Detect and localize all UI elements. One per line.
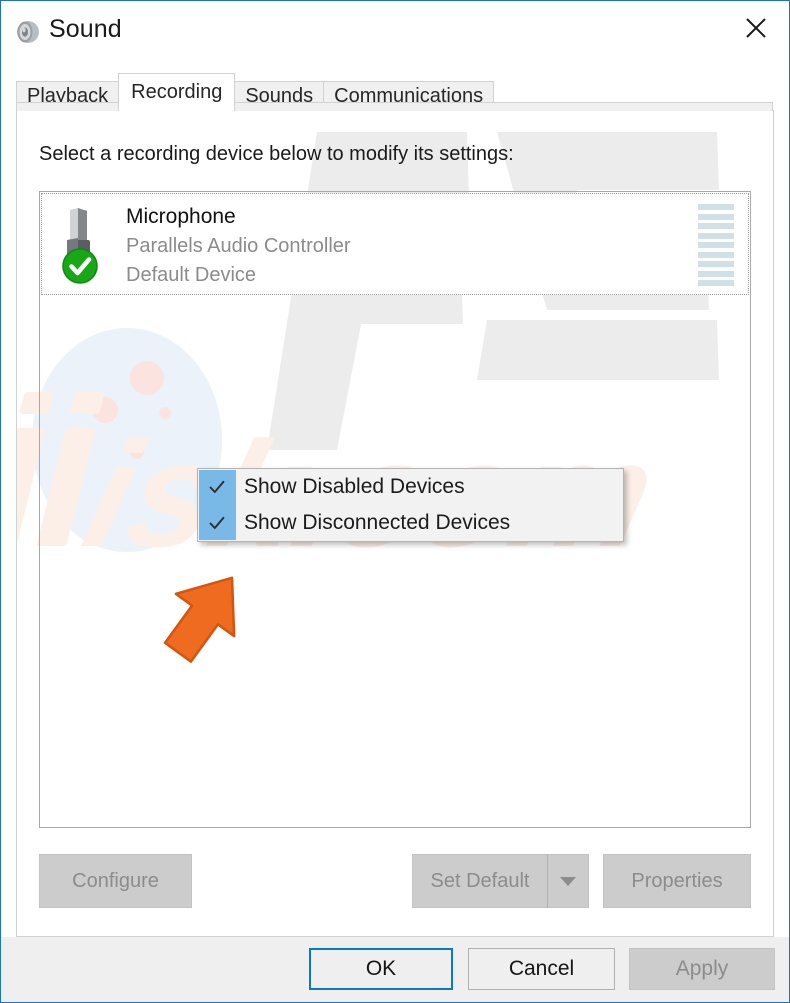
properties-button-label: Properties — [631, 869, 723, 892]
apply-button-label: Apply — [675, 957, 729, 980]
default-device-check-badge — [62, 248, 98, 284]
recording-tab-panel: isk.com Select a recording device below … — [16, 110, 774, 937]
meter-bar — [698, 232, 734, 239]
checkmark-icon — [198, 477, 236, 497]
device-text-block: Microphone Parallels Audio Controller De… — [126, 202, 351, 290]
meter-bar — [698, 280, 734, 286]
checkmark-icon — [198, 513, 236, 533]
meter-bar — [698, 223, 734, 229]
meter-bar — [698, 261, 734, 267]
ok-button-label: OK — [365, 957, 397, 980]
set-default-button[interactable]: Set Default — [412, 854, 547, 908]
tab-recording[interactable]: Recording — [118, 73, 236, 111]
list-item[interactable]: Microphone Parallels Audio Controller De… — [41, 193, 749, 295]
meter-bar — [698, 204, 734, 210]
menu-item-show-disabled-devices[interactable]: Show Disabled Devices — [198, 469, 623, 505]
meter-bar — [698, 251, 734, 258]
set-default-button-label: Set Default — [430, 869, 530, 892]
microphone-icon — [58, 206, 112, 284]
apply-button[interactable]: Apply — [629, 948, 775, 990]
instruction-text: Select a recording device below to modif… — [39, 143, 514, 165]
close-button[interactable] — [723, 1, 789, 55]
properties-button[interactable]: Properties — [603, 854, 751, 908]
context-menu[interactable]: Show Disabled Devices Show Disconnected … — [197, 468, 624, 542]
close-icon — [746, 18, 766, 38]
configure-button-label: Configure — [72, 869, 159, 892]
volume-level-meter — [698, 204, 734, 286]
cancel-button[interactable]: Cancel — [468, 948, 615, 990]
meter-bar — [698, 213, 734, 220]
cancel-button-label: Cancel — [508, 957, 575, 980]
meter-bar — [698, 270, 734, 277]
speaker-icon — [14, 18, 42, 46]
device-description: Parallels Audio Controller — [126, 235, 351, 257]
menu-item-label: Show Disabled Devices — [244, 475, 465, 498]
ok-button[interactable]: OK — [309, 948, 453, 990]
tab-strip: Playback Recording Sounds Communications — [1, 63, 789, 111]
title-bar: Sound — [1, 1, 789, 63]
page-title: Sound — [49, 15, 122, 43]
dialog-footer: OK Cancel Apply — [1, 937, 789, 1002]
sound-dialog: Sound Playback Recording Sounds Communic… — [0, 0, 790, 1003]
configure-button[interactable]: Configure — [39, 854, 192, 908]
tab-recording-label: Recording — [131, 81, 223, 103]
device-name: Microphone — [126, 205, 236, 228]
device-status: Default Device — [126, 264, 257, 286]
chevron-down-icon[interactable] — [547, 854, 589, 908]
meter-bar — [698, 242, 734, 248]
set-default-split-button[interactable]: Set Default — [412, 854, 589, 908]
menu-item-label: Show Disconnected Devices — [244, 511, 511, 534]
menu-item-show-disconnected-devices[interactable]: Show Disconnected Devices — [198, 505, 623, 541]
